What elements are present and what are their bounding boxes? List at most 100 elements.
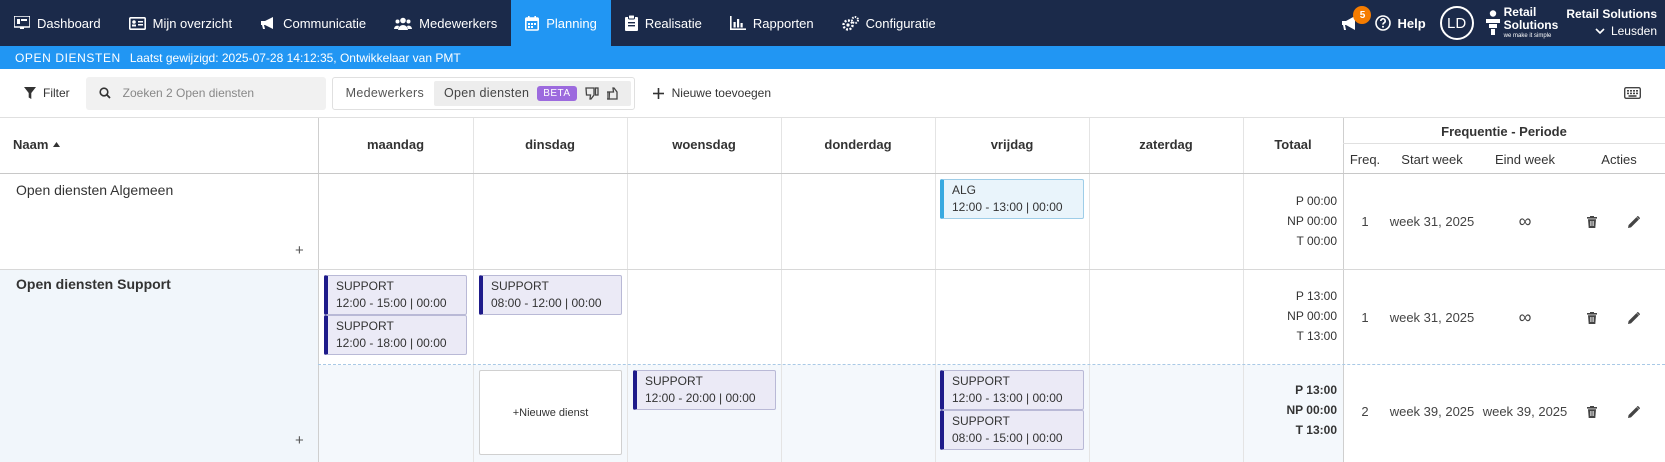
keyboard-shortcuts-button[interactable] xyxy=(1624,87,1641,99)
nav-label: Realisatie xyxy=(644,15,702,31)
divider xyxy=(935,118,936,462)
delete-button[interactable] xyxy=(1587,406,1597,418)
freq-period-header: Frequentie - Periode xyxy=(1441,124,1567,139)
shift-card[interactable]: SUPPORT 12:00 - 20:00 | 00:00 xyxy=(633,370,776,410)
shift-card[interactable]: SUPPORT 12:00 - 15:00 | 00:00 xyxy=(324,275,467,315)
keyboard-icon xyxy=(1624,87,1641,99)
thumbs-up-icon[interactable] xyxy=(606,86,621,100)
toggle-open-diensten-label: Open diensten xyxy=(444,86,530,100)
trash-icon xyxy=(1587,406,1597,418)
dashboard-icon xyxy=(14,16,30,29)
end-week-value: week 39, 2025 xyxy=(1482,404,1568,419)
nav-item-configuratie[interactable]: Configuratie xyxy=(828,0,950,46)
np-label: NP xyxy=(1287,309,1304,323)
p-label: P xyxy=(1295,194,1304,208)
divider xyxy=(318,118,319,462)
t-value: 13:00 xyxy=(1306,423,1337,437)
nav-item-dashboard[interactable]: Dashboard xyxy=(0,0,115,46)
view-toggle: Medewerkers Open diensten BETA xyxy=(331,76,635,110)
divider xyxy=(1089,118,1090,462)
delete-button[interactable] xyxy=(1587,216,1597,228)
divider xyxy=(0,173,1665,174)
shift-code: SUPPORT xyxy=(336,279,394,293)
nav-item-realisatie[interactable]: Realisatie xyxy=(611,0,716,46)
np-label: NP xyxy=(1287,214,1304,228)
day-header-maandag: maandag xyxy=(366,137,425,152)
nav-label: Rapporten xyxy=(752,15,814,31)
nav-item-mijn-overzicht[interactable]: Mijn overzicht xyxy=(115,0,246,46)
trash-icon xyxy=(1587,216,1597,228)
bar-chart-icon xyxy=(729,16,746,30)
shift-card[interactable]: SUPPORT 12:00 - 13:00 | 00:00 xyxy=(940,370,1084,410)
divider xyxy=(781,118,782,462)
nav-right-group: 5 Help LD Retail Solutions we make it si… xyxy=(1335,0,1665,46)
shift-card[interactable]: SUPPORT 12:00 - 18:00 | 00:00 xyxy=(324,315,467,355)
add-shift-plus[interactable]: + xyxy=(295,242,304,259)
new-shift-button[interactable]: +Nieuwe dienst xyxy=(479,370,622,455)
thumbs-down-icon[interactable] xyxy=(584,86,599,100)
help-button[interactable]: Help xyxy=(1375,15,1426,31)
divider xyxy=(473,118,474,462)
start-week-value: week 31, 2025 xyxy=(1389,310,1475,325)
page-header-bar: OPEN DIENSTEN Laatst gewijzigd: 2025-07-… xyxy=(0,46,1665,69)
chevron-down-icon xyxy=(1595,28,1605,35)
divider xyxy=(318,364,1665,365)
logo-tagline: we make it simple xyxy=(1503,33,1552,39)
organization-selector[interactable]: Retail Solutions Leusden xyxy=(1566,6,1665,40)
pencil-icon xyxy=(1628,406,1640,418)
page-title: OPEN DIENSTEN xyxy=(15,50,121,65)
shift-time: 08:00 - 12:00 | 00:00 xyxy=(491,296,602,310)
shift-code: SUPPORT xyxy=(645,374,703,388)
avatar[interactable]: LD xyxy=(1439,6,1474,40)
shift-code: SUPPORT xyxy=(952,414,1010,428)
name-column-header[interactable]: Naam xyxy=(13,137,61,152)
end-week-col-header: Eind week xyxy=(1495,152,1555,167)
nav-item-planning[interactable]: Planning xyxy=(511,0,611,46)
row-totals: P 13:00 NP 00:00 T 13:00 xyxy=(1243,380,1338,440)
shift-time: 12:00 - 15:00 | 00:00 xyxy=(336,296,447,310)
start-week-value: week 31, 2025 xyxy=(1389,214,1475,229)
t-value: 00:00 xyxy=(1306,234,1337,248)
edit-button[interactable] xyxy=(1628,406,1640,418)
freq-value: 1 xyxy=(1361,310,1369,325)
help-label: Help xyxy=(1397,15,1426,31)
np-value: 00:00 xyxy=(1306,403,1337,417)
nav-label: Communicatie xyxy=(283,15,367,31)
row-name-support[interactable]: Open diensten Support xyxy=(16,276,171,292)
delete-button[interactable] xyxy=(1587,312,1597,324)
shift-time: 12:00 - 13:00 | 00:00 xyxy=(952,200,1063,214)
pencil-icon xyxy=(1628,216,1640,228)
shift-code: ALG xyxy=(952,183,977,197)
t-label: T xyxy=(1295,423,1303,437)
edit-button[interactable] xyxy=(1628,312,1640,324)
divider xyxy=(0,269,1665,270)
shift-code: SUPPORT xyxy=(336,319,394,333)
shift-card[interactable]: SUPPORT 08:00 - 12:00 | 00:00 xyxy=(479,275,622,315)
notifications-button[interactable]: 5 xyxy=(1335,0,1372,46)
toggle-open-diensten[interactable]: Open diensten BETA xyxy=(434,80,631,106)
shift-card[interactable]: ALG 12:00 - 13:00 | 00:00 xyxy=(940,179,1084,219)
nav-item-communicatie[interactable]: Communicatie xyxy=(246,0,380,46)
search-input[interactable] xyxy=(122,86,313,100)
search-icon xyxy=(99,87,111,99)
trash-icon xyxy=(1587,312,1597,324)
filter-button[interactable]: Filter xyxy=(24,86,70,100)
shift-time: 12:00 - 18:00 | 00:00 xyxy=(336,336,447,350)
shift-code: SUPPORT xyxy=(952,374,1010,388)
shift-card[interactable]: SUPPORT 08:00 - 15:00 | 00:00 xyxy=(940,410,1084,450)
edit-button[interactable] xyxy=(1628,216,1640,228)
t-label: T xyxy=(1296,329,1304,343)
sort-ascending-icon xyxy=(53,142,61,147)
nav-item-rapporten[interactable]: Rapporten xyxy=(716,0,828,46)
help-icon xyxy=(1375,15,1392,31)
add-shift-plus[interactable]: + xyxy=(295,432,304,449)
day-header-dinsdag: dinsdag xyxy=(525,137,575,152)
nav-item-medewerkers[interactable]: Medewerkers xyxy=(380,0,511,46)
day-header-woensdag: woensdag xyxy=(672,137,736,152)
row-name-algemeen[interactable]: Open diensten Algemeen xyxy=(16,182,173,198)
toggle-medewerkers[interactable]: Medewerkers xyxy=(336,81,434,106)
add-new-button[interactable]: Nieuwe toevoegen xyxy=(652,86,771,100)
np-value: 00:00 xyxy=(1306,309,1337,323)
nav-label: Medewerkers xyxy=(419,15,498,31)
p-label: P xyxy=(1295,383,1303,397)
